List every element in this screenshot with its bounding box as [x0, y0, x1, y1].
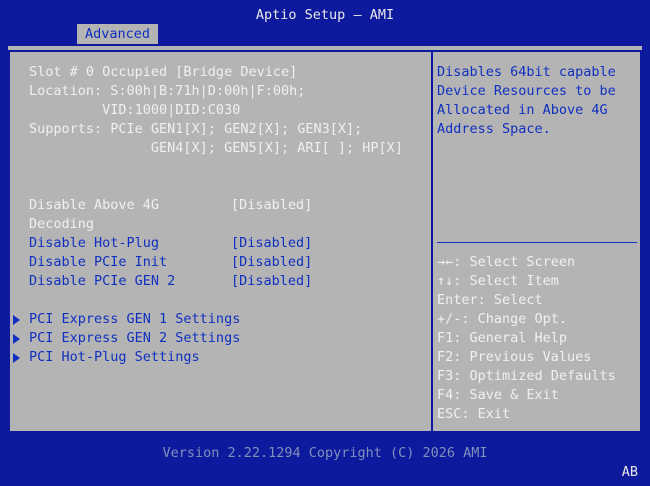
help-text-line: Allocated in Above 4G [437, 102, 608, 118]
option-label: Disable Above 4G [29, 197, 160, 213]
help-text-line: Device Resources to be [437, 83, 616, 99]
key-enter: Enter: Select [437, 292, 543, 308]
option-label: Disable PCIe Init [29, 254, 168, 270]
option-label: Disable Hot-Plug [29, 235, 160, 251]
panel-divider [431, 50, 433, 433]
option-value: [Disabled] [231, 273, 313, 289]
supports-info-cont: GEN4[X]; GEN5[X]; ARI[ ]; HP[X] [29, 140, 403, 156]
option-label: Disable PCIe GEN 2 [29, 273, 176, 289]
vid-did-info: VID:1000|DID:C030 [29, 102, 241, 118]
option-value: [Disabled] [231, 254, 313, 270]
option-value: [Disabled] [231, 235, 313, 251]
footer: Version 2.22.1294 Copyright (C) 2026 AMI… [0, 436, 650, 486]
option-label-cont: Decoding [29, 216, 95, 232]
option-value: [Disabled] [231, 197, 313, 213]
submenu-label: PCI Express GEN 2 Settings [29, 330, 241, 346]
corner-code: AB [621, 464, 638, 480]
version-text: Version 2.22.1294 Copyright (C) 2026 AMI [162, 445, 488, 461]
slot-info: Slot # 0 Occupied [Bridge Device] [29, 64, 298, 80]
key-change-opt: +/-: Change Opt. [437, 311, 568, 327]
key-esc-exit: ESC: Exit [437, 406, 511, 422]
submenu-label: PCI Hot-Plug Settings [29, 349, 200, 365]
title-bar: Aptio Setup – AMI Advanced [0, 0, 650, 44]
help-text-line: Disables 64bit capable [437, 64, 616, 80]
app-title: Aptio Setup – AMI [255, 7, 395, 23]
tab-advanced[interactable]: Advanced [77, 24, 158, 44]
help-separator [437, 242, 637, 243]
submenu-label: PCI Express GEN 1 Settings [29, 311, 241, 327]
key-optimized-defaults: F3: Optimized Defaults [437, 368, 616, 384]
key-select-item: ↑↓: Select Item [437, 273, 559, 289]
help-text-line: Address Space. [437, 121, 551, 137]
key-save-exit: F4: Save & Exit [437, 387, 559, 403]
supports-info: Supports: PCIe GEN1[X]; GEN2[X]; GEN3[X]… [29, 121, 363, 137]
submenu-arrow-icon [13, 334, 20, 344]
key-select-screen: →←: Select Screen [437, 254, 576, 270]
submenu-arrow-icon [13, 315, 20, 325]
location-info: Location: S:00h|B:71h|D:00h|F:00h; [29, 83, 306, 99]
submenu-arrow-icon [13, 353, 20, 363]
key-previous-values: F2: Previous Values [437, 349, 592, 365]
key-general-help: F1: General Help [437, 330, 568, 346]
